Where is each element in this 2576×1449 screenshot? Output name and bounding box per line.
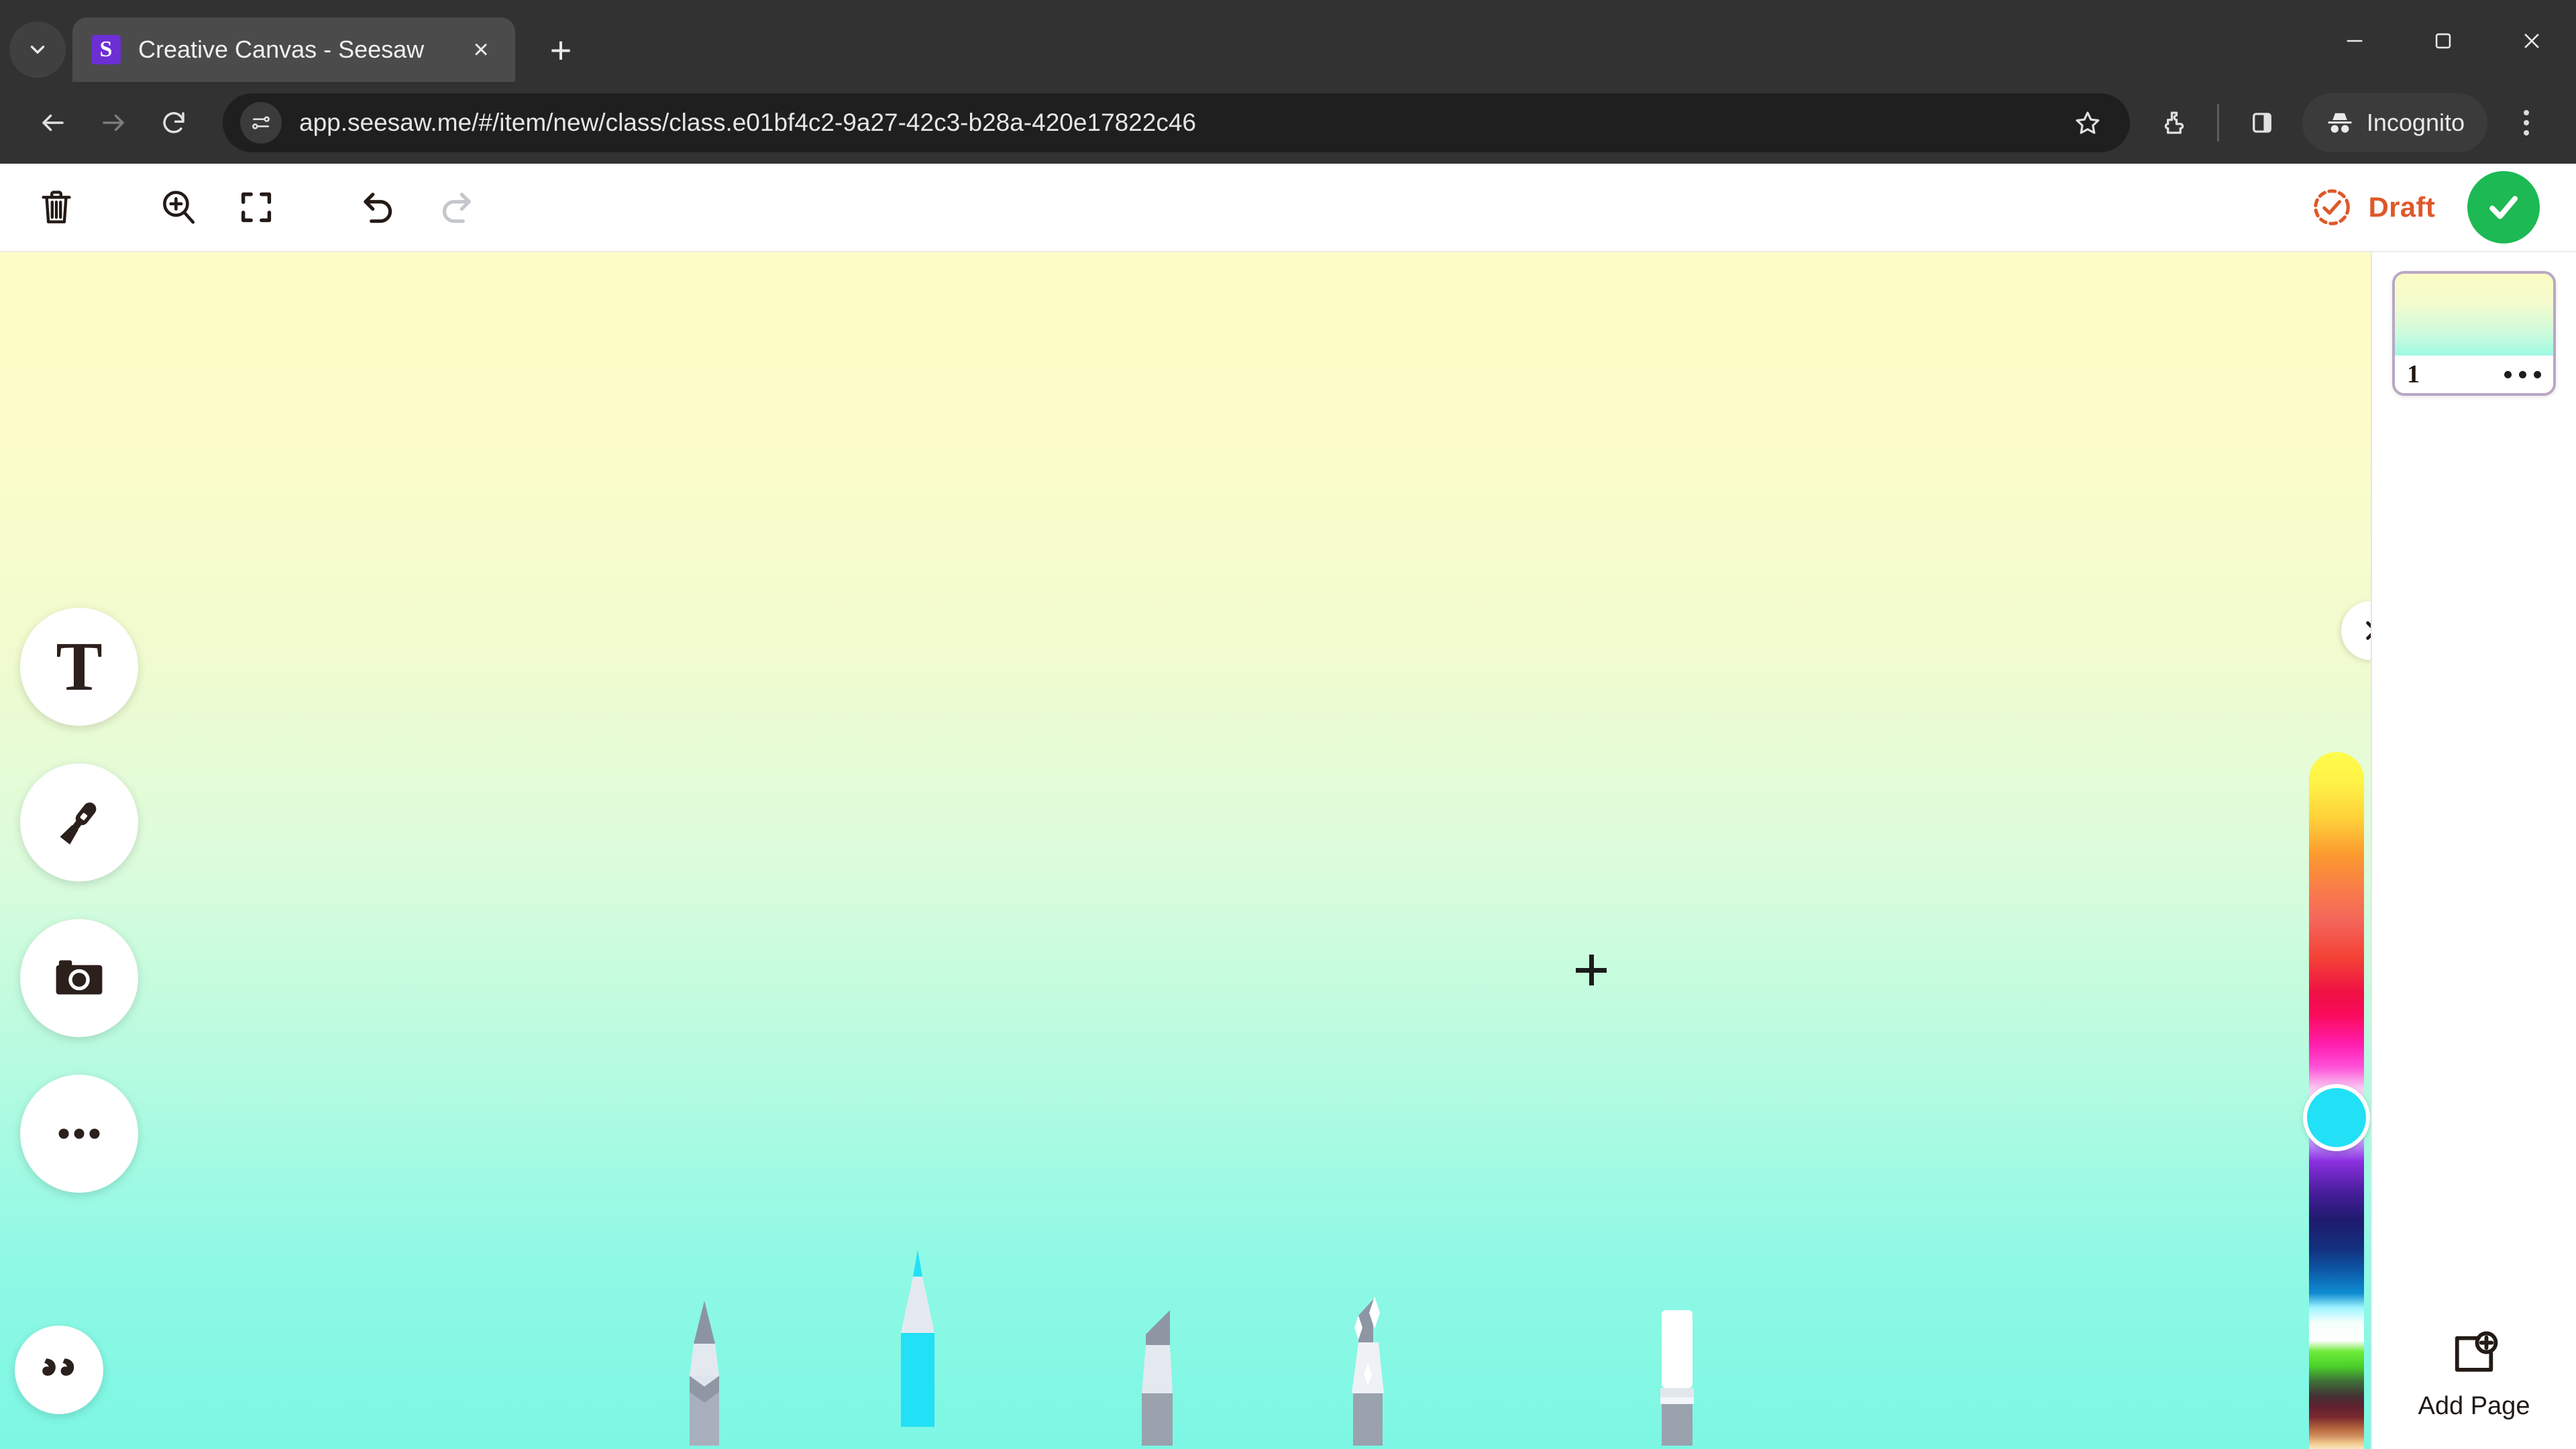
pencil-tool[interactable] — [664, 1285, 745, 1449]
glitter-pen-icon — [1352, 1297, 1384, 1446]
marker-tool[interactable] — [1114, 1291, 1194, 1449]
minimize-icon — [2347, 40, 2363, 42]
camera-icon — [56, 960, 103, 995]
back-button[interactable] — [23, 93, 83, 153]
pages-panel: 1 Add Page — [2371, 252, 2576, 1449]
forward-arrow-icon — [103, 114, 124, 131]
url-text[interactable]: app.seesaw.me/#/item/new/class/class.e01… — [299, 109, 2063, 137]
back-arrow-icon — [42, 114, 64, 131]
incognito-hat-icon — [2328, 113, 2352, 133]
new-tab-button[interactable]: + — [533, 21, 589, 78]
page-number: 1 — [2407, 360, 2420, 388]
kebab-dot — [2524, 110, 2529, 115]
add-page-label: Add Page — [2418, 1392, 2530, 1420]
close-icon — [2524, 34, 2539, 48]
ellipsis-icon — [58, 1128, 100, 1139]
kebab-dot — [2524, 130, 2529, 136]
window-minimize-button[interactable] — [2310, 0, 2399, 82]
side-panel-icon — [2252, 113, 2271, 133]
marker-icon — [1142, 1310, 1173, 1446]
side-panel-button[interactable] — [2233, 93, 2292, 152]
microphone-icon — [60, 802, 97, 845]
drawing-canvas[interactable] — [0, 252, 2371, 1449]
canvas-area[interactable]: T — [0, 252, 2371, 1449]
seesaw-favicon: S — [91, 35, 121, 64]
browser-window: S Creative Canvas - Seesaw × + app.seesa… — [0, 0, 2576, 1449]
done-button[interactable] — [2467, 171, 2540, 244]
page-menu-button[interactable] — [2504, 370, 2541, 378]
window-maximize-button[interactable] — [2399, 0, 2487, 82]
ellipsis-dot — [2504, 370, 2512, 378]
pen-icon — [901, 1250, 934, 1427]
status-label: Draft — [2368, 191, 2435, 223]
window-close-button[interactable] — [2487, 0, 2576, 82]
more-tools-button[interactable] — [20, 1075, 138, 1193]
window-controls — [2310, 0, 2576, 82]
left-tool-rail: T — [20, 608, 138, 1193]
zoom-in-icon — [163, 191, 195, 224]
incognito-indicator[interactable]: Incognito — [2302, 93, 2487, 152]
maximize-icon — [2435, 33, 2451, 49]
undo-button[interactable] — [339, 168, 417, 246]
add-page-icon — [2455, 1331, 2498, 1372]
chevron-down-icon — [30, 46, 45, 54]
extensions-puzzle-icon — [2164, 111, 2184, 134]
chevron-right-icon — [2366, 621, 2371, 640]
browser-toolbar: app.seesaw.me/#/item/new/class/class.e01… — [0, 82, 2576, 164]
address-bar[interactable]: app.seesaw.me/#/item/new/class/class.e01… — [223, 93, 2130, 152]
page-thumbnail-bar: 1 — [2395, 356, 2553, 393]
draft-check-circle-icon — [2314, 189, 2351, 225]
voice-tool-button[interactable] — [20, 763, 138, 881]
checkmark-icon — [2489, 196, 2518, 219]
status-badge[interactable]: Draft — [2310, 186, 2435, 229]
tab-title: Creative Canvas - Seesaw — [138, 36, 425, 63]
glitter-pen-tool[interactable] — [1325, 1286, 1412, 1449]
site-info-button[interactable] — [240, 102, 282, 144]
kebab-dot — [2524, 120, 2529, 125]
ellipsis-dot — [2534, 370, 2541, 378]
app-body: T 1 Add Page — [0, 252, 2576, 1449]
browser-tab[interactable]: S Creative Canvas - Seesaw × — [72, 17, 515, 82]
text-t-icon: T — [56, 628, 103, 705]
reload-icon — [163, 112, 184, 133]
tab-search-button[interactable] — [9, 21, 66, 78]
bookmark-button[interactable] — [2063, 98, 2112, 148]
reload-button[interactable] — [144, 93, 204, 153]
tab-strip: S Creative Canvas - Seesaw × + — [0, 0, 2576, 82]
add-page-button[interactable]: Add Page — [2372, 1328, 2576, 1421]
color-picker-strip[interactable] — [2303, 752, 2370, 1449]
redo-icon — [442, 193, 471, 223]
browser-menu-button[interactable] — [2500, 93, 2553, 152]
incognito-label: Incognito — [2366, 109, 2465, 136]
tab-close-button[interactable]: × — [462, 30, 500, 69]
zoom-button[interactable] — [140, 168, 217, 246]
quote-tool-button[interactable] — [15, 1326, 103, 1414]
redo-button[interactable] — [417, 168, 495, 246]
photo-tool-button[interactable] — [20, 919, 138, 1037]
favicon-letter: S — [99, 37, 113, 62]
seesaw-app: Draft T 1 Add Page — [0, 164, 2576, 1449]
undo-icon — [364, 193, 392, 223]
extensions-button[interactable] — [2145, 93, 2204, 152]
eraser-icon — [1660, 1310, 1694, 1446]
selected-color-swatch[interactable] — [2303, 1084, 2370, 1151]
delete-button[interactable] — [17, 168, 95, 246]
forward-button[interactable] — [83, 93, 144, 153]
page-thumbnail[interactable]: 1 — [2392, 271, 2556, 396]
tune-settings-icon — [252, 116, 270, 129]
ellipsis-dot — [2519, 370, 2526, 378]
eraser-tool[interactable] — [1633, 1294, 1714, 1449]
quote-marks-icon — [42, 1358, 74, 1376]
trash-icon — [42, 191, 71, 223]
page-thumbnail-preview — [2395, 274, 2553, 356]
fit-to-screen-button[interactable] — [217, 168, 295, 246]
pencil-icon — [690, 1301, 719, 1446]
fit-to-screen-icon — [241, 192, 272, 223]
app-toolbar: Draft — [0, 164, 2576, 252]
text-tool-button[interactable]: T — [20, 608, 138, 726]
star-icon — [2076, 111, 2100, 134]
toolbar-divider — [2216, 104, 2219, 142]
pen-tool[interactable] — [875, 1247, 960, 1430]
